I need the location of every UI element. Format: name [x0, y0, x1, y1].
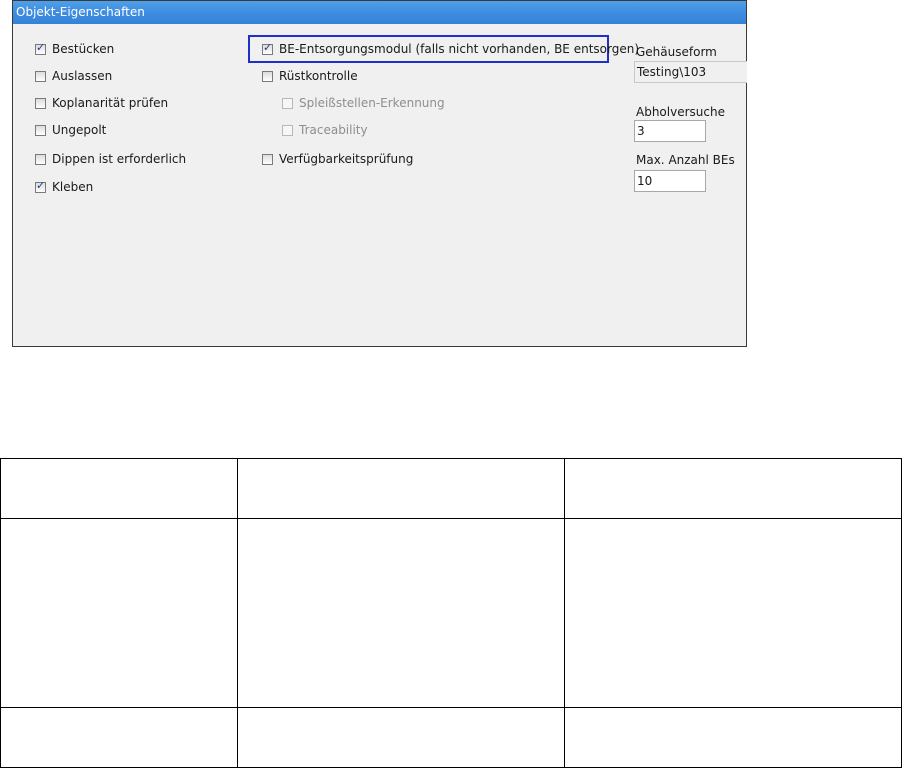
- checkbox-unchecked-icon[interactable]: [35, 97, 46, 109]
- option-label: Kleben: [52, 180, 94, 194]
- option-label: Traceability: [299, 123, 368, 137]
- checkbox-unchecked-icon[interactable]: [262, 70, 273, 82]
- option-label: Spleißstellen-Erkennung: [299, 96, 445, 110]
- housing-form-label: Gehäuseform: [636, 45, 717, 59]
- checkbox-disabled-icon: [282, 97, 293, 109]
- pick-attempts-input[interactable]: 3: [634, 120, 706, 142]
- option-ruestkontrolle[interactable]: Rüstkontrolle: [262, 68, 358, 84]
- table-cell: [0, 707, 238, 768]
- checkbox-unchecked-icon[interactable]: [35, 124, 46, 136]
- option-koplanaritaet-pruefen[interactable]: Koplanarität prüfen: [35, 95, 168, 111]
- table-row: [0, 518, 902, 708]
- option-kleben[interactable]: Kleben: [35, 179, 93, 195]
- option-auslassen[interactable]: Auslassen: [35, 68, 112, 84]
- checkbox-unchecked-icon[interactable]: [262, 153, 273, 165]
- option-spleissstellen-erkennung: Spleißstellen-Erkennung: [282, 95, 445, 111]
- pick-attempts-label: Abholversuche: [636, 105, 725, 119]
- object-properties-dialog: Objekt-Eigenschaften Bestücken Auslassen…: [12, 0, 747, 347]
- option-verfuegbarkeitspruefung[interactable]: Verfügbarkeitsprüfung: [262, 151, 413, 167]
- checkbox-unchecked-icon[interactable]: [35, 70, 46, 82]
- empty-table: [0, 458, 902, 768]
- option-label: Auslassen: [52, 69, 113, 83]
- option-label: Koplanarität prüfen: [52, 96, 169, 110]
- table-row: [0, 707, 902, 768]
- table-cell: [564, 518, 902, 708]
- option-traceability: Traceability: [282, 122, 368, 138]
- table-cell: [0, 458, 238, 519]
- table-cell: [0, 518, 238, 708]
- checkbox-checked-icon[interactable]: [262, 41, 273, 55]
- checkbox-checked-icon[interactable]: [35, 41, 46, 55]
- max-components-label: Max. Anzahl BEs: [636, 153, 735, 167]
- checkbox-disabled-icon: [282, 124, 293, 136]
- checkbox-checked-icon[interactable]: [35, 179, 46, 193]
- table-cell: [237, 458, 565, 519]
- max-components-input[interactable]: 10: [634, 170, 706, 192]
- option-label: BE-Entsorgungsmodul (falls nicht vorhand…: [279, 42, 639, 56]
- option-label: Bestücken: [52, 42, 115, 56]
- table-cell: [237, 518, 565, 708]
- option-label: Dippen ist erforderlich: [52, 152, 187, 166]
- dialog-title: Objekt-Eigenschaften: [13, 1, 746, 24]
- option-be-entsorgungsmodul[interactable]: BE-Entsorgungsmodul (falls nicht vorhand…: [262, 41, 639, 57]
- table-cell: [564, 458, 902, 519]
- table-row: [0, 458, 902, 519]
- table-cell: [237, 707, 565, 768]
- checkbox-unchecked-icon[interactable]: [35, 153, 46, 165]
- option-label: Verfügbarkeitsprüfung: [279, 152, 414, 166]
- option-label: Rüstkontrolle: [279, 69, 358, 83]
- housing-form-field: Testing\103: [634, 61, 747, 83]
- option-bestuecken[interactable]: Bestücken: [35, 41, 114, 57]
- option-dippen-erforderlich[interactable]: Dippen ist erforderlich: [35, 151, 186, 167]
- option-ungepolt[interactable]: Ungepolt: [35, 122, 106, 138]
- table-cell: [564, 707, 902, 768]
- option-label: Ungepolt: [52, 123, 107, 137]
